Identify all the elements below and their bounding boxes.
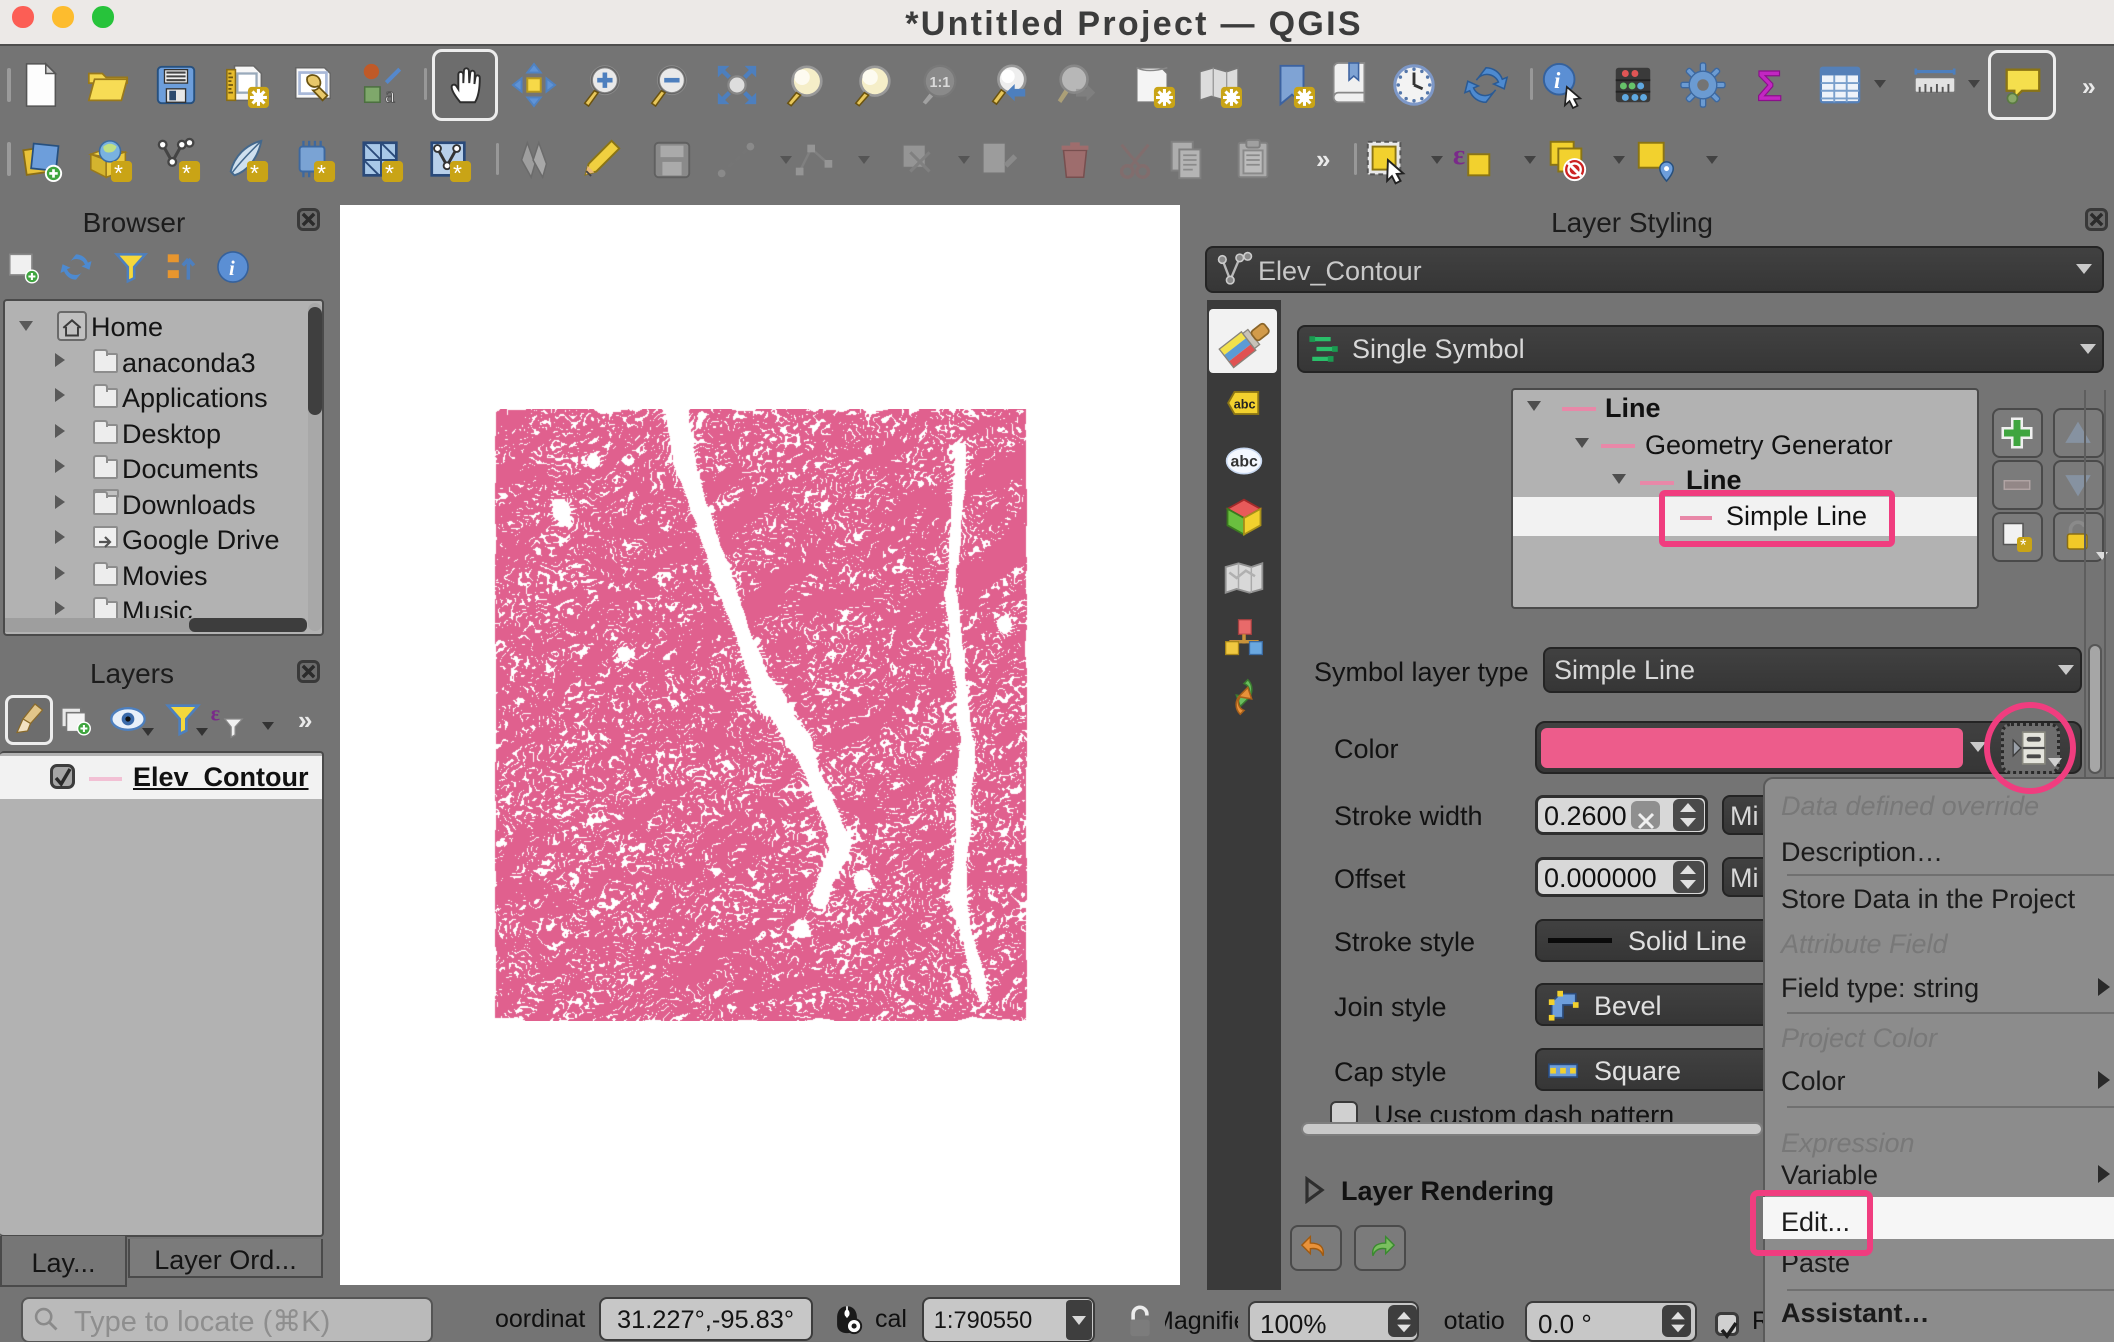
- svg-text:i: i: [1554, 68, 1561, 93]
- svg-text:*: *: [114, 160, 123, 186]
- svg-text:a: a: [385, 82, 395, 107]
- svg-text:*: *: [453, 160, 462, 186]
- svg-text:*: *: [182, 160, 191, 186]
- svg-text:Σ: Σ: [1757, 62, 1782, 109]
- svg-text:1:1: 1:1: [929, 75, 950, 91]
- svg-text:ε: ε: [1453, 139, 1465, 171]
- svg-text:abc: abc: [1234, 398, 1256, 412]
- svg-text:*: *: [317, 160, 326, 186]
- svg-text:abc: abc: [1231, 454, 1258, 471]
- svg-text:»: »: [2082, 73, 2096, 101]
- svg-text:*: *: [2020, 537, 2027, 555]
- svg-text:*: *: [250, 160, 259, 186]
- svg-text:i: i: [229, 258, 235, 280]
- svg-text:ε: ε: [211, 701, 221, 726]
- svg-text:*: *: [385, 160, 394, 186]
